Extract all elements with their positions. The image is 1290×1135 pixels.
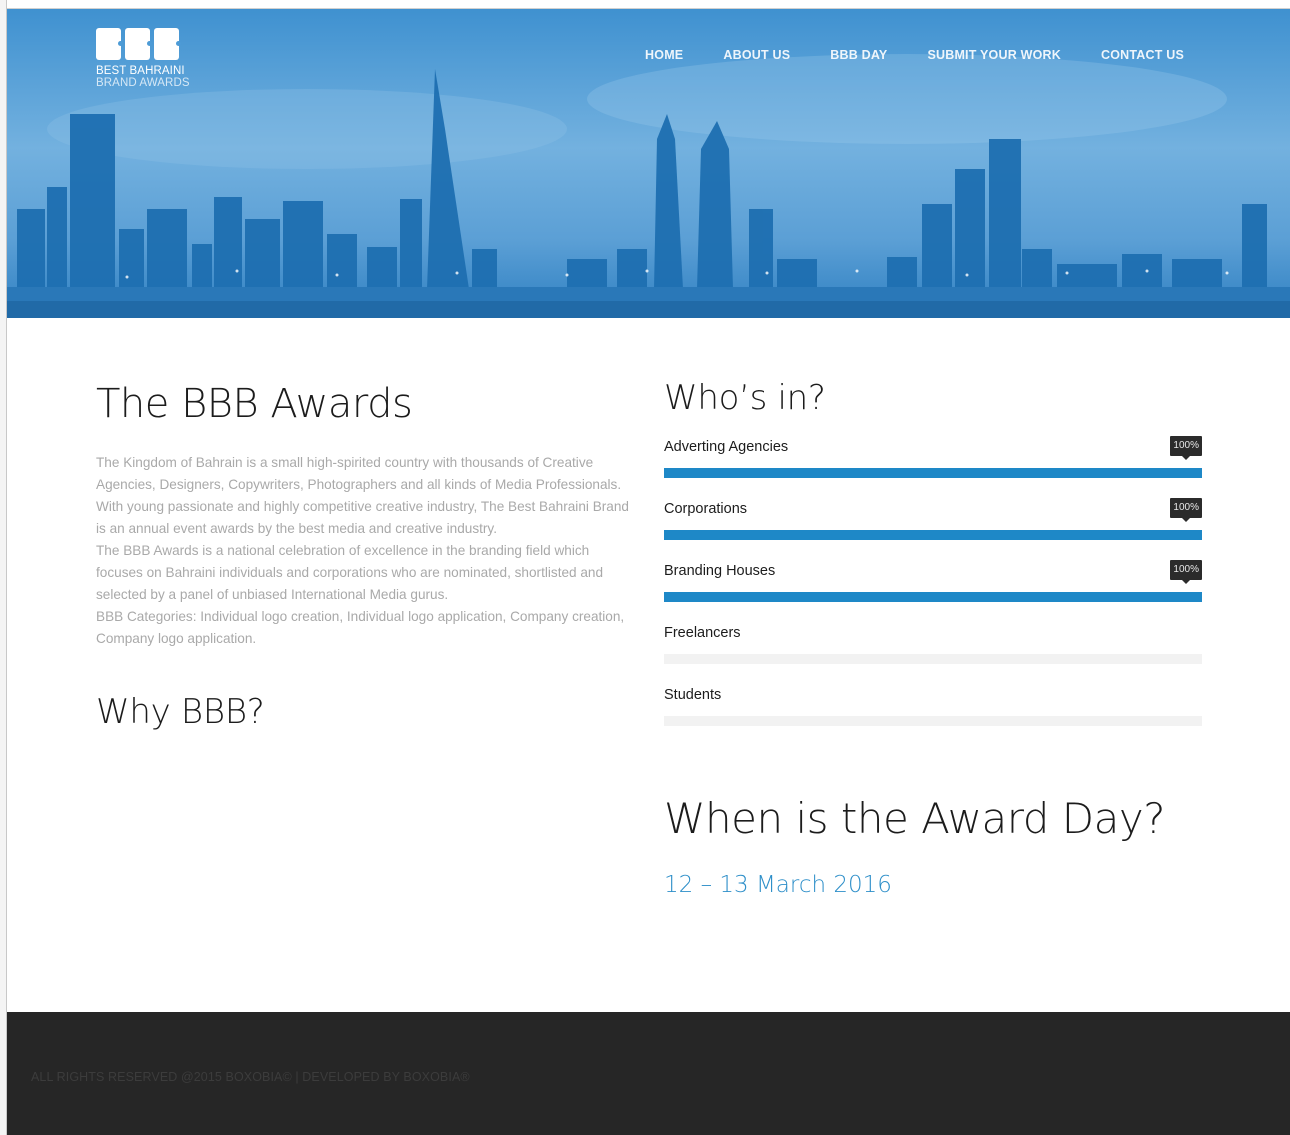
footer: ALL RIGHTS RESERVED @2015 BOXOBIA© | DEV… [7, 1012, 1290, 1135]
main-nav: HOME ABOUT US BBB DAY SUBMIT YOUR WORK C… [645, 48, 1184, 62]
progress-track [664, 592, 1202, 602]
logo-mark-group [96, 28, 206, 60]
nav-bbb-day[interactable]: BBB DAY [830, 48, 887, 62]
progress-track [664, 530, 1202, 540]
progress-item-branding-houses: Branding Houses 100% [664, 560, 1202, 624]
about-section: The BBB Awards The Kingdom of Bahrain is… [96, 380, 636, 732]
progress-label: Students [664, 687, 722, 703]
category-progress-list: Adverting Agencies 100% Corporations 100… [664, 436, 1202, 748]
about-paragraph-1: The Kingdom of Bahrain is a small high-s… [96, 455, 629, 536]
brand-logo[interactable]: BEST BAHRAINI BRAND AWARDS [96, 28, 206, 89]
window-top-edge [0, 0, 1290, 9]
logo-mark-b2 [125, 28, 152, 60]
logo-mark-b1 [96, 28, 123, 60]
about-paragraph-3: BBB Categories: Individual logo creation… [96, 609, 625, 646]
nav-about-us[interactable]: ABOUT US [723, 48, 790, 62]
progress-track [664, 716, 1202, 726]
brand-name-line2: BRAND AWARDS [96, 77, 190, 89]
progress-tooltip: 100% [1170, 560, 1202, 584]
about-title: The BBB Awards [96, 381, 413, 427]
brand-name-line1: BEST BAHRAINI [96, 65, 185, 77]
progress-label: Corporations [664, 501, 748, 517]
progress-fill [664, 530, 1202, 540]
whos-in-title: Who’s in? [664, 378, 826, 418]
progress-tooltip: 100% [1170, 436, 1202, 460]
progress-track [664, 654, 1202, 664]
progress-track [664, 468, 1202, 478]
award-day-title: When is the Award Day? [664, 794, 1166, 843]
why-title: Why BBB? [96, 692, 265, 732]
progress-item-corporations: Corporations 100% [664, 498, 1202, 562]
award-day-date: 12 – 13 March 2016 [664, 872, 892, 898]
progress-item-freelancers: Freelancers [664, 624, 1202, 686]
progress-item-adverting-agencies: Adverting Agencies 100% [664, 436, 1202, 500]
window-left-edge [0, 0, 7, 1135]
progress-tooltip: 100% [1170, 498, 1202, 522]
nav-home[interactable]: HOME [645, 48, 683, 62]
about-paragraph-2: The BBB Awards is a national celebration… [96, 543, 604, 602]
whos-in-section: Who’s in? Adverting Agencies 100% Corpor… [664, 376, 1202, 748]
logo-mark-b3 [154, 28, 181, 60]
progress-label: Branding Houses [664, 563, 776, 579]
progress-item-students: Students [664, 686, 1202, 748]
progress-label: Freelancers [664, 625, 741, 641]
about-text: The Kingdom of Bahrain is a small high-s… [96, 452, 636, 650]
progress-fill [664, 468, 1202, 478]
hero-header: BEST BAHRAINI BRAND AWARDS HOME ABOUT US… [7, 9, 1290, 318]
nav-contact-us[interactable]: CONTACT US [1101, 48, 1184, 62]
nav-submit-your-work[interactable]: SUBMIT YOUR WORK [927, 48, 1061, 62]
footer-copyright: ALL RIGHTS RESERVED @2015 BOXOBIA© | DEV… [31, 1070, 470, 1084]
progress-fill [664, 592, 1202, 602]
progress-label: Adverting Agencies [664, 439, 789, 455]
